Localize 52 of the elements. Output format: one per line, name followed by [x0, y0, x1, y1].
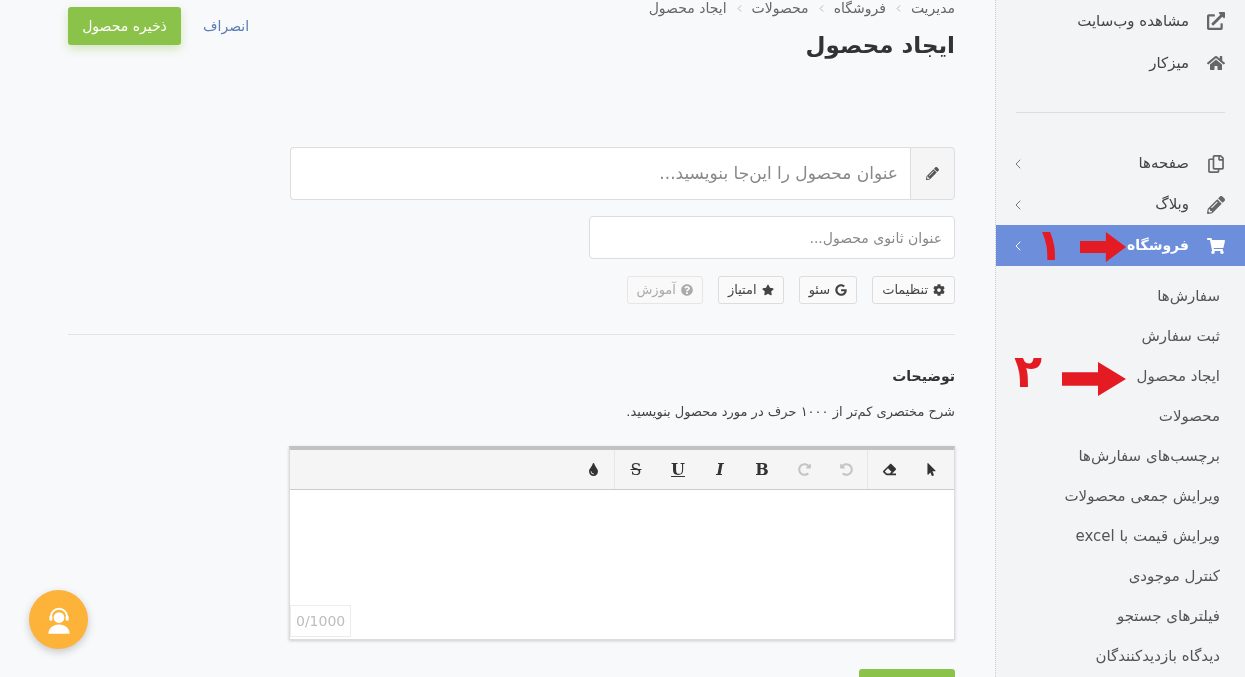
submenu-item[interactable]: فیلترهای جستجو [1116, 596, 1220, 636]
hint-text: شرح مختصری کم‌تر از ۱۰۰۰ حرف در مورد محصول بنویسید. [625, 403, 955, 422]
sidebar-menu-item[interactable]: صفحه‌ها [996, 143, 1245, 184]
home-icon [1207, 54, 1225, 72]
submenu-item[interactable]: ایجاد محصول [1136, 356, 1220, 396]
submenu-item[interactable]: ویرایش جمعی محصولات [1064, 476, 1220, 516]
toolbar-button[interactable]: B [741, 450, 783, 489]
pointer-icon [924, 463, 938, 476]
submit-button[interactable] [859, 669, 955, 677]
sidebar-menu-item[interactable]: وبلاگ [996, 184, 1245, 225]
cancel-link[interactable]: انصراف [203, 15, 250, 37]
drop-icon [586, 463, 600, 476]
star-icon [761, 284, 774, 296]
cart-icon [1207, 236, 1225, 255]
option-button[interactable]: امتیاز [717, 276, 784, 304]
pencil-icon [1207, 195, 1225, 214]
submenu-item[interactable]: محصولات [1158, 396, 1220, 436]
submenu-item[interactable]: کنترل موجودی [1128, 556, 1220, 596]
submenu-item[interactable]: برچسب‌های سفارش‌ها [1078, 436, 1220, 476]
option-button[interactable]: تنظیمات [872, 276, 955, 304]
title-input[interactable]: عنوان محصول را این‌جا بنویسید... [290, 147, 910, 200]
arrow-icon [1062, 362, 1126, 396]
toolbar-button[interactable]: I [699, 450, 741, 489]
section-label: توضیحات [891, 367, 955, 386]
toolbar-button[interactable]: S [615, 450, 657, 489]
submenu-item[interactable]: ثبت سفارش [1141, 316, 1220, 356]
question-icon [680, 284, 693, 296]
submenu-item[interactable]: دیدگاه بازدیدکنندگان [1095, 636, 1220, 676]
sidebar-link[interactable]: مشاهده وب‌سایت [996, 0, 1245, 42]
subtitle-input[interactable]: عنوان ثانوی محصول... [589, 216, 955, 259]
breadcrumb-link[interactable]: فروشگاه [833, 0, 886, 17]
annotation-number: ۲ [1014, 346, 1043, 396]
eraser-icon [882, 463, 896, 476]
undo-icon [839, 463, 853, 476]
arrow-icon [1080, 232, 1126, 262]
external-link-icon [1207, 12, 1225, 30]
settings-icon [933, 284, 945, 296]
support-button[interactable] [29, 590, 88, 649]
g-icon [835, 284, 848, 296]
redo-icon [797, 463, 811, 476]
copy-icon [1207, 154, 1225, 173]
option-button[interactable]: سئو [798, 276, 858, 304]
breadcrumb-link[interactable]: ایجاد محصول [648, 0, 727, 17]
character-counter: 0/1000 [290, 605, 352, 637]
breadcrumb-link[interactable]: مدیریت [910, 0, 955, 17]
page-title: ایجاد محصول [804, 31, 955, 61]
submenu-item[interactable]: سفارش‌ها [1157, 276, 1220, 316]
toolbar-button[interactable]: U [657, 450, 699, 489]
sidebar-link[interactable]: میزکار [996, 42, 1245, 84]
submenu-item[interactable]: ویرایش قیمت با excel [1075, 516, 1220, 556]
breadcrumb-link[interactable]: محصولات [751, 0, 809, 17]
pencil-icon [910, 147, 955, 200]
